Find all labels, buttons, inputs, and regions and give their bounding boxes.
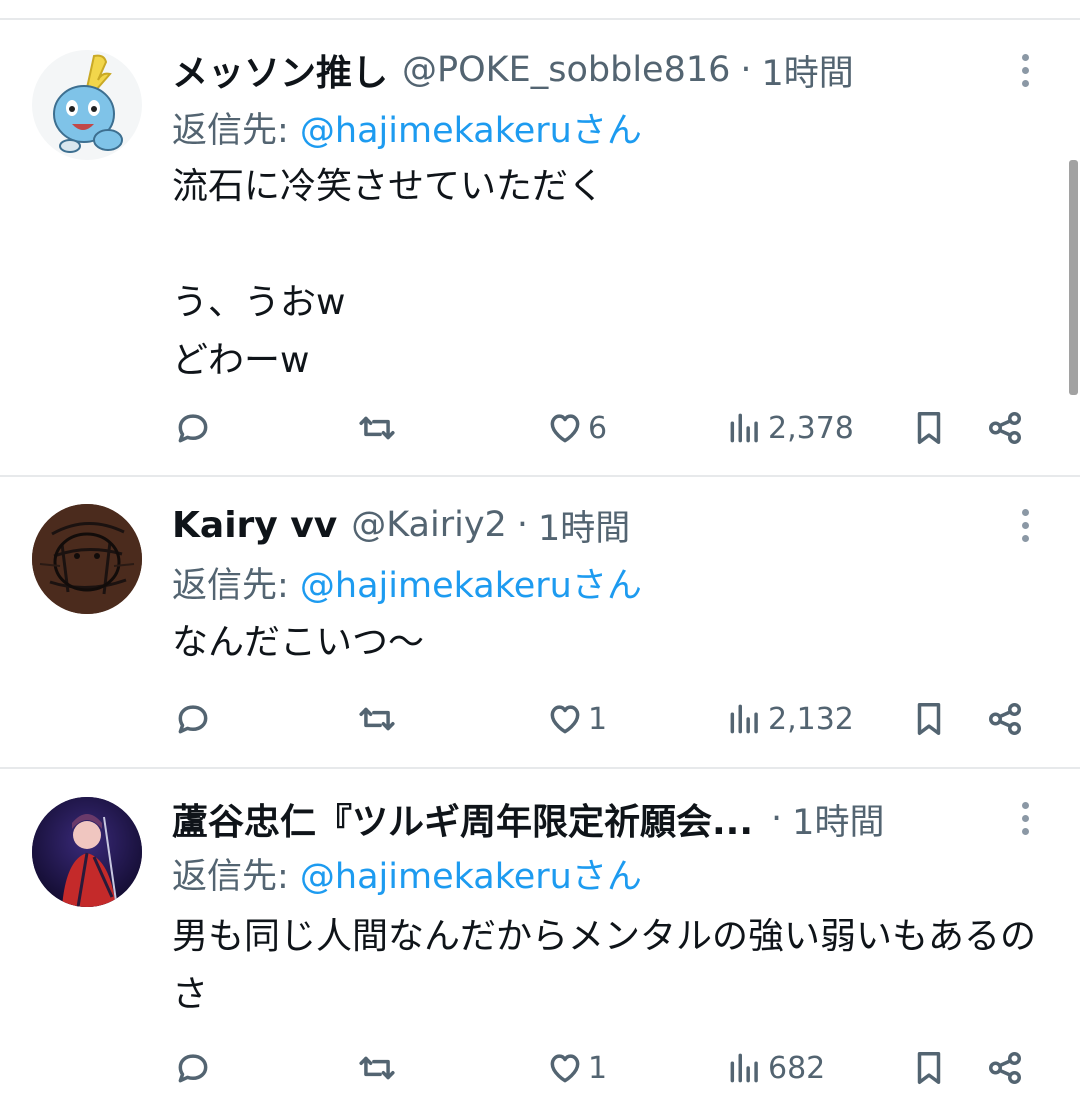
bookmark-button[interactable] (910, 403, 948, 453)
reply-prefix: 返信先: (172, 857, 300, 897)
separator-dot: · (740, 50, 752, 90)
tweet[interactable]: Kairy vv @Kairiy2 · 1時間 返信先: @hajimekake… (0, 477, 1080, 769)
reply-mention-link[interactable]: @hajimekakeruさん (300, 566, 642, 606)
reply-prefix: 返信先: (172, 111, 300, 151)
bookmark-icon (917, 703, 941, 735)
retweet-button[interactable] (358, 694, 396, 744)
views-button[interactable]: 2,378 (726, 403, 854, 453)
more-vertical-icon[interactable] (1012, 48, 1038, 98)
tweet[interactable]: 蘆谷忠仁『ツルギ周年限定祈願会... · 1時間 返信先: @hajimekak… (0, 769, 1080, 1109)
share-icon (989, 703, 1021, 735)
action-bar: 1 682 (0, 1043, 1080, 1093)
heart-icon (550, 1054, 580, 1083)
display-name[interactable]: 蘆谷忠仁『ツルギ周年限定祈願会... (172, 793, 753, 845)
like-button[interactable]: 6 (546, 403, 607, 453)
reply-prefix: 返信先: (172, 566, 300, 606)
bar-chart-icon (730, 1053, 758, 1083)
reply-mention-link[interactable]: @hajimekakeruさん (300, 111, 642, 151)
reply-icon (178, 1054, 208, 1083)
retweet-button[interactable] (358, 1043, 396, 1093)
tweet[interactable]: メッソン推し @POKE_sobble816 · 1時間 返信先: @hajim… (0, 20, 1080, 477)
view-count: 682 (768, 1050, 826, 1086)
timestamp[interactable]: 1時間 (792, 794, 884, 845)
view-count: 2,378 (768, 410, 854, 446)
share-icon (989, 1052, 1021, 1084)
more-vertical-icon[interactable] (1012, 796, 1038, 846)
reply-button[interactable] (174, 1043, 212, 1093)
timestamp[interactable]: 1時間 (762, 45, 854, 96)
like-button[interactable]: 1 (546, 1043, 607, 1093)
user-handle[interactable]: @POKE_sobble816 (402, 50, 730, 90)
bar-chart-icon (730, 413, 758, 443)
heart-icon (550, 414, 580, 443)
avatar[interactable] (32, 797, 142, 907)
bookmark-button[interactable] (910, 694, 948, 744)
views-button[interactable]: 682 (726, 1043, 825, 1093)
reply-context: 返信先: @hajimekakeruさん (172, 102, 642, 153)
tweet-text: 流石に冷笑させていただく う、うおw どわーw (172, 166, 605, 381)
heart-icon (550, 705, 580, 734)
like-count: 1 (588, 1050, 608, 1086)
separator-dot: · (771, 799, 783, 839)
share-button[interactable] (986, 694, 1024, 744)
action-bar: 6 2,378 (0, 403, 1080, 453)
reply-mention-link[interactable]: @hajimekakeruさん (300, 857, 642, 897)
display-name[interactable]: メッソン推し (172, 44, 388, 96)
bookmark-icon (917, 1052, 941, 1084)
separator-dot: · (516, 505, 528, 545)
like-count: 1 (588, 701, 608, 737)
avatar[interactable] (32, 50, 142, 160)
retweet-button[interactable] (358, 403, 396, 453)
like-button[interactable]: 1 (546, 694, 607, 744)
reply-context: 返信先: @hajimekakeruさん (172, 557, 642, 608)
tweet-text: なんだこいつ〜 (172, 622, 425, 663)
display-name[interactable]: Kairy vv (172, 505, 337, 546)
bookmark-icon (917, 412, 941, 444)
views-button[interactable]: 2,132 (726, 694, 854, 744)
timestamp[interactable]: 1時間 (538, 500, 630, 551)
user-handle[interactable]: @Kairiy2 (351, 505, 507, 545)
share-button[interactable] (986, 1043, 1024, 1093)
retweet-icon (359, 1056, 395, 1080)
reply-context: 返信先: @hajimekakeruさん (172, 848, 642, 899)
avatar[interactable] (32, 504, 142, 614)
reply-button[interactable] (174, 403, 212, 453)
bookmark-button[interactable] (910, 1043, 948, 1093)
action-bar: 1 2,132 (0, 694, 1080, 744)
share-icon (989, 412, 1021, 444)
more-vertical-icon[interactable] (1012, 503, 1038, 553)
reply-icon (178, 705, 208, 734)
reply-button[interactable] (174, 694, 212, 744)
reply-icon (178, 414, 208, 443)
retweet-icon (359, 707, 395, 731)
retweet-icon (359, 416, 395, 440)
like-count: 6 (588, 410, 608, 446)
share-button[interactable] (986, 403, 1024, 453)
view-count: 2,132 (768, 701, 854, 737)
tweet-text: 男も同じ人間なんだからメンタルの強い弱いもあるのさ (172, 916, 1037, 1015)
bar-chart-icon (730, 704, 758, 734)
